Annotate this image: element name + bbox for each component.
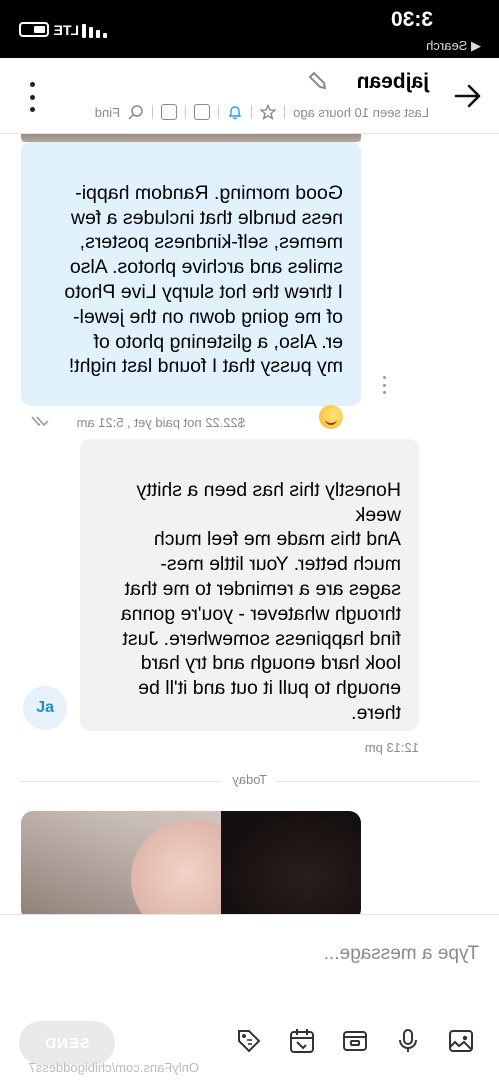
send-button[interactable]: SEND (19, 1021, 115, 1065)
previous-media-preview[interactable] (21, 134, 361, 142)
message-text: Honestly this has been a shitty week And… (120, 478, 401, 724)
search-icon[interactable] (128, 104, 144, 120)
media-icon[interactable] (194, 104, 211, 120)
signal-icon (82, 24, 107, 38)
message-meta: $22.22 not paid yet , 5:21 am (76, 415, 245, 430)
message-meta: 12:13 pm (364, 740, 419, 755)
image-icon[interactable] (447, 1027, 475, 1055)
divider (251, 105, 253, 119)
chat-screen: 3:30 ◀ Search LTE jajbean Last seen 10 h… (0, 0, 499, 1080)
message-input[interactable] (21, 939, 479, 969)
photo-message[interactable] (21, 811, 361, 914)
price-tag-icon[interactable] (235, 1027, 263, 1055)
message-composer: SEND (0, 914, 499, 1080)
edit-pencil-icon[interactable] (307, 70, 329, 92)
network-label: LTE (53, 22, 79, 38)
back-to-search-link[interactable]: ◀ Search (426, 38, 481, 54)
microphone-icon[interactable] (394, 1027, 422, 1055)
divider (185, 105, 187, 119)
more-options-icon[interactable] (29, 82, 37, 112)
avatar-initials: Ja (36, 699, 54, 716)
delivered-ticks-icon (31, 416, 49, 427)
composer-toolbar (235, 1027, 475, 1055)
gallery-icon[interactable] (161, 104, 178, 120)
message-text: Good morning. Random happi- ness bundle … (64, 181, 343, 378)
back-arrow-icon[interactable] (453, 82, 483, 110)
outgoing-message[interactable]: Good morning. Random happi- ness bundle … (21, 142, 361, 429)
find-label[interactable]: Find (95, 105, 120, 120)
message-list[interactable]: Good morning. Random happi- ness bundle … (0, 134, 499, 914)
message-options-icon[interactable] (382, 376, 388, 394)
smiling-emoji-icon (319, 404, 343, 429)
divider (284, 105, 286, 119)
star-icon[interactable] (260, 104, 277, 120)
avatar[interactable]: Ja (23, 686, 67, 730)
vault-icon[interactable] (341, 1027, 369, 1055)
last-seen-text: Last seen 10 hours ago (293, 104, 429, 120)
status-bar: 3:30 ◀ Search LTE (0, 0, 499, 58)
contact-name[interactable]: jajbean (357, 70, 429, 94)
schedule-calendar-icon[interactable] (288, 1027, 316, 1055)
photo-hair (221, 811, 361, 914)
battery-icon (19, 22, 49, 37)
divider (218, 105, 220, 119)
status-time: 3:30 (390, 8, 433, 31)
watermark: OnlyFans.com/chibigoddess7 (28, 1060, 199, 1075)
incoming-message[interactable]: Honestly this has been a shitty week And… (80, 439, 419, 731)
header-subline: Last seen 10 hours ago Find (95, 104, 429, 120)
date-divider-label: Today (222, 772, 277, 787)
bell-icon[interactable] (227, 104, 243, 120)
chat-header: jajbean Last seen 10 hours ago Find (0, 58, 499, 134)
divider (152, 105, 154, 119)
